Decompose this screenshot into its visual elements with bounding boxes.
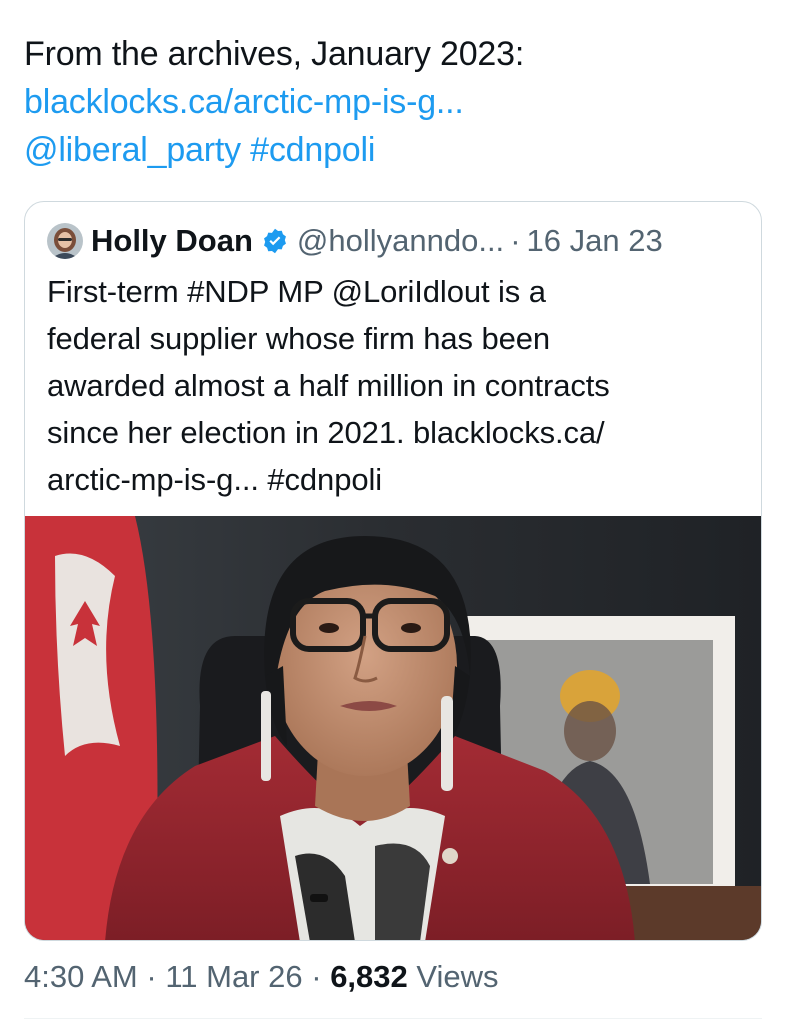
tweet-time[interactable]: 4:30 AM bbox=[24, 959, 138, 994]
author-name[interactable]: Holly Doan bbox=[91, 223, 253, 259]
meta-separator: · bbox=[146, 959, 157, 994]
divider bbox=[24, 1018, 762, 1019]
author-handle[interactable]: @hollyanndo... bbox=[297, 223, 504, 259]
header-separator: · bbox=[510, 223, 521, 258]
tweet-text: From the archives, January 2023: blacklo… bbox=[24, 30, 764, 174]
quoted-tweet-date[interactable]: 16 Jan 23 bbox=[527, 223, 663, 259]
quoted-tweet-photo[interactable] bbox=[25, 516, 761, 940]
meta-separator: · bbox=[311, 959, 322, 994]
tweet-tags-line: @liberal_party #cdnpoli bbox=[24, 126, 764, 174]
avatar[interactable] bbox=[47, 223, 83, 259]
quoted-text-line: First-term #NDP MP @LoriIdlout is a bbox=[47, 274, 546, 309]
views-count: 6,832 bbox=[330, 959, 408, 994]
quoted-tweet-text: First-term #NDP MP @LoriIdlout is a fede… bbox=[47, 268, 747, 503]
tweet-text-line: From the archives, January 2023: bbox=[24, 35, 525, 73]
quoted-tweet-card[interactable]: Holly Doan @hollyanndo... · 16 Jan 23 Fi… bbox=[24, 201, 762, 941]
quoted-text-line: arctic-mp-is-g... #cdnpoli bbox=[47, 462, 383, 497]
tweet-date[interactable]: 11 Mar 26 bbox=[165, 959, 302, 994]
views-label: Views bbox=[416, 959, 499, 994]
tweet-meta: 4:30 AM · 11 Mar 26 · 6,832 Views bbox=[24, 955, 499, 999]
verified-badge-icon bbox=[263, 228, 286, 254]
quoted-text-line: since her election in 2021. blacklocks.c… bbox=[47, 415, 605, 450]
hashtag-link[interactable]: #cdnpoli bbox=[250, 131, 375, 169]
quoted-text-line: federal supplier whose firm has been bbox=[47, 321, 551, 356]
quoted-text-line: awarded almost a half million in contrac… bbox=[47, 368, 610, 403]
quoted-tweet-header: Holly Doan @hollyanndo... · 16 Jan 23 bbox=[47, 222, 663, 260]
photo-of-woman-in-red-blazer-icon bbox=[25, 516, 761, 940]
tweet-link[interactable]: blacklocks.ca/arctic-mp-is-g... bbox=[24, 78, 764, 126]
mention-link[interactable]: @liberal_party bbox=[24, 131, 241, 169]
